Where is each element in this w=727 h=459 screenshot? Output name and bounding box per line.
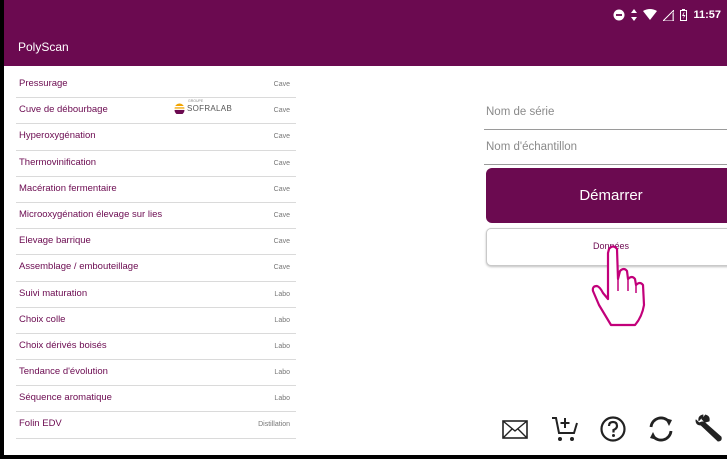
list-item[interactable]: Tendance d'évolution Labo — [16, 360, 296, 387]
list-item-label: Choix colle — [19, 313, 66, 325]
list-item-category: Labo — [274, 342, 290, 350]
bottom-toolbar — [500, 414, 727, 446]
list-item-label: Cuve de débourbage — [19, 104, 108, 116]
list-item-category: Cave — [273, 185, 290, 193]
list-item-category: Cave — [273, 238, 290, 246]
list-item-category: Cave — [273, 211, 290, 219]
tap-hand-icon — [591, 245, 646, 327]
list-item[interactable]: Thermovinification Cave — [16, 151, 296, 177]
list-item-category: Cave — [273, 159, 290, 167]
wrench-icon[interactable] — [694, 414, 724, 444]
list-item-label: Folin EDV — [19, 418, 62, 430]
list-item-category: Cave — [273, 107, 290, 115]
list-item-category: Cave — [273, 264, 290, 272]
list-item[interactable]: Choix colle Labo — [16, 308, 296, 334]
list-item-label: Hyperoxygénation — [19, 130, 96, 142]
data-arrows-icon — [631, 9, 638, 21]
device-screen: 11:57 PolyScan Pressurage Cave Cuve de déb… — [0, 0, 727, 459]
list-item-category: Labo — [274, 290, 290, 298]
list-item-label: Thermovinification — [19, 156, 97, 168]
list-item[interactable]: Folin EDV Distillation — [16, 412, 296, 439]
signal-icon — [663, 9, 675, 21]
status-icons: 11:57 — [613, 8, 721, 22]
list-item-label: Séquence aromatique — [19, 392, 112, 404]
app-bar: PolyScan — [4, 30, 727, 66]
sync-icon[interactable] — [646, 414, 676, 444]
list-item[interactable]: Microoxygénation élevage sur lies Cave — [16, 203, 296, 230]
logo-group-text: GROUPE — [188, 99, 204, 104]
list-item[interactable]: Assemblage / embouteillage Cave — [16, 255, 296, 282]
list-item-label: Elevage barrique — [19, 235, 91, 247]
sofralab-logo-mark — [174, 103, 185, 115]
list-item[interactable]: Macération fermentaire Cave — [16, 177, 296, 203]
app-title: PolyScan — [18, 40, 69, 54]
list-item-label: Pressurage — [19, 78, 68, 89]
list-item[interactable]: Suivi maturation Labo — [16, 282, 296, 308]
start-button[interactable]: Démarrer — [486, 168, 727, 223]
serie-name-field[interactable]: Nom de série — [484, 106, 727, 130]
list-item[interactable]: Séquence aromatique Labo — [16, 386, 296, 413]
wifi-icon — [643, 9, 658, 20]
list-item[interactable]: Hyperoxygénation Cave — [16, 124, 296, 151]
analysis-list: Pressurage Cave Cuve de débourbage Cave GROU… — [16, 72, 296, 439]
list-item-label: Assemblage / embouteillage — [19, 261, 139, 273]
logo-text: SOFRALAB — [187, 104, 233, 114]
list-item[interactable]: Cuve de débourbage Cave GROUPE SOFRALAB — [16, 98, 296, 125]
cart-add-icon[interactable] — [550, 414, 580, 444]
sofralab-logo: GROUPE SOFRALAB — [174, 99, 233, 115]
help-icon[interactable] — [598, 414, 628, 444]
mail-icon[interactable] — [500, 414, 530, 444]
battery-icon — [680, 9, 688, 21]
list-item[interactable]: Pressurage Cave — [16, 72, 296, 99]
list-item-category: Distillation — [258, 421, 290, 429]
serie-name-placeholder: Nom de série — [486, 106, 555, 118]
list-item-label: Microoxygénation élevage sur lies — [19, 208, 163, 220]
list-item-category: Cave — [273, 81, 290, 88]
sample-name-placeholder: Nom d'échantillon — [486, 141, 578, 153]
list-item[interactable]: Elevage barrique Cave — [16, 229, 296, 256]
list-item-label: Macération fermentaire — [19, 182, 117, 194]
do-not-disturb-icon — [613, 9, 625, 21]
list-item-category: Labo — [274, 369, 290, 377]
sample-name-field[interactable]: Nom d'échantillon — [484, 141, 727, 165]
list-item-label: Tendance d'évolution — [19, 366, 108, 378]
list-item-category: Labo — [274, 395, 290, 403]
list-item-category: Cave — [273, 133, 290, 141]
status-bar: 11:57 — [4, 0, 727, 30]
list-item[interactable]: Choix dérivés boisés Labo — [16, 334, 296, 361]
list-item-label: Suivi maturation — [19, 287, 88, 299]
list-item-category: Labo — [274, 316, 290, 324]
status-time: 11:57 — [693, 9, 721, 21]
list-item-label: Choix dérivés boisés — [19, 339, 107, 351]
